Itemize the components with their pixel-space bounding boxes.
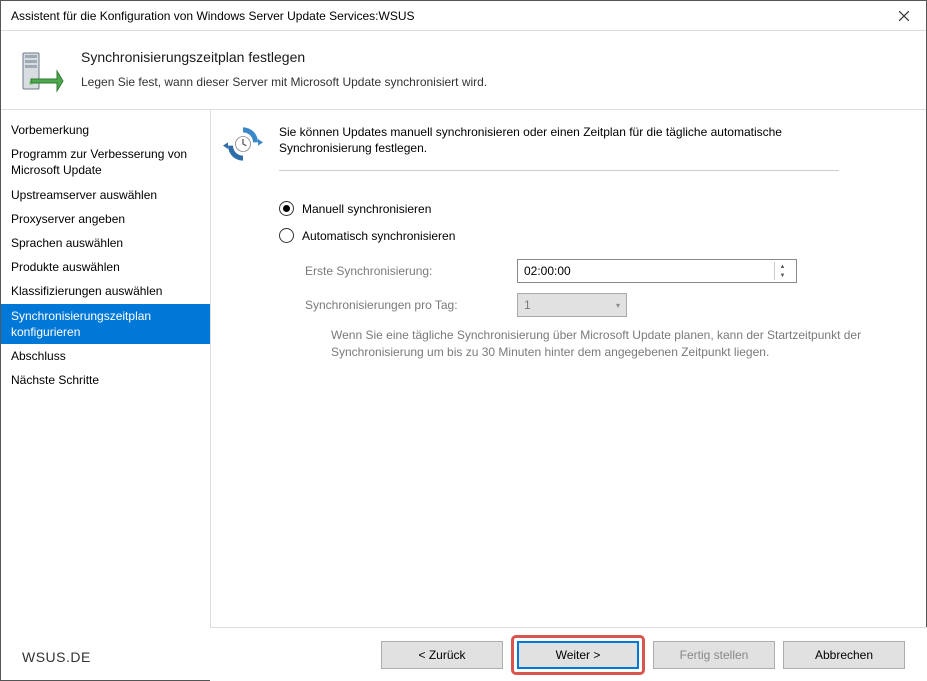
radio-manual[interactable]: Manuell synchronisieren xyxy=(279,201,896,216)
window-title: Assistent für die Konfiguration von Wind… xyxy=(11,9,881,23)
wizard-footer: < Zurück Weiter > Fertig stellen Abbrech… xyxy=(210,627,927,681)
radio-icon xyxy=(279,228,294,243)
first-sync-label: Erste Synchronisierung: xyxy=(305,264,505,278)
spinner-up[interactable]: ▲ xyxy=(775,262,790,271)
next-highlight: Weiter > xyxy=(511,635,645,675)
titlebar: Assistent für die Konfiguration von Wind… xyxy=(1,1,926,31)
next-button[interactable]: Weiter > xyxy=(517,641,639,669)
divider xyxy=(279,170,839,171)
radio-auto[interactable]: Automatisch synchronisieren xyxy=(279,228,896,243)
chevron-down-icon: ▾ xyxy=(616,301,620,310)
cancel-button[interactable]: Abbrechen xyxy=(783,641,905,669)
close-icon xyxy=(899,11,909,21)
sync-clock-icon xyxy=(223,124,263,164)
first-sync-value: 02:00:00 xyxy=(524,264,571,278)
sidebar-item[interactable]: Upstreamserver auswählen xyxy=(1,183,210,207)
sidebar-item[interactable]: Vorbemerkung xyxy=(1,118,210,142)
first-sync-input[interactable]: 02:00:00 ▲ ▼ xyxy=(517,259,797,283)
per-day-input: 1 ▾ xyxy=(517,293,627,317)
sidebar-item[interactable]: Sprachen auswählen xyxy=(1,231,210,255)
per-day-label: Synchronisierungen pro Tag: xyxy=(305,298,505,312)
server-sync-icon xyxy=(17,49,65,97)
header-heading: Synchronisierungszeitplan festlegen xyxy=(81,49,487,65)
sidebar-item[interactable]: Programm zur Verbesserung von Microsoft … xyxy=(1,142,210,182)
schedule-note: Wenn Sie eine tägliche Synchronisierung … xyxy=(331,327,891,359)
close-button[interactable] xyxy=(881,1,926,31)
sidebar-item[interactable]: Abschluss xyxy=(1,344,210,368)
finish-button: Fertig stellen xyxy=(653,641,775,669)
radio-label: Automatisch synchronisieren xyxy=(302,229,455,243)
header-sub: Legen Sie fest, wann dieser Server mit M… xyxy=(81,75,487,89)
sidebar-item[interactable]: Proxyserver angeben xyxy=(1,207,210,231)
radio-label: Manuell synchronisieren xyxy=(302,202,431,216)
sidebar-item-selected[interactable]: Synchronisierungszeitplan konfigurieren xyxy=(1,304,210,344)
wizard-steps-sidebar: Vorbemerkung Programm zur Verbesserung v… xyxy=(1,110,211,650)
main-panel: Sie können Updates manuell synchronisier… xyxy=(211,110,926,650)
spinner-down[interactable]: ▼ xyxy=(775,271,790,280)
wizard-header: Synchronisierungszeitplan festlegen Lege… xyxy=(1,31,926,110)
per-day-value: 1 xyxy=(524,298,531,312)
spinner: ▲ ▼ xyxy=(774,262,790,280)
back-button[interactable]: < Zurück xyxy=(381,641,503,669)
intro-text: Sie können Updates manuell synchronisier… xyxy=(279,124,839,156)
brand-watermark: WSUS.DE xyxy=(22,649,91,665)
sidebar-item[interactable]: Klassifizierungen auswählen xyxy=(1,279,210,303)
sidebar-item[interactable]: Produkte auswählen xyxy=(1,255,210,279)
radio-icon xyxy=(279,201,294,216)
sidebar-item[interactable]: Nächste Schritte xyxy=(1,368,210,392)
